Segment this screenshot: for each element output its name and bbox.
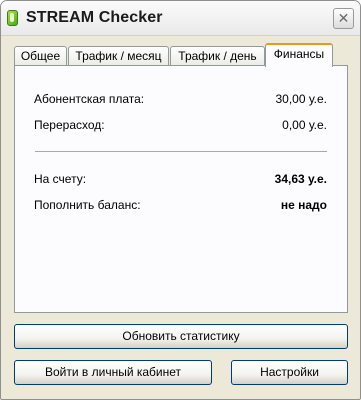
balance-label: На счету: [34,172,87,186]
app-icon [7,10,18,26]
personal-cabinet-button[interactable]: Войти в личный кабинет [14,360,212,385]
subscription-fee-label: Абонентская плата: [34,92,145,106]
app-window: STREAM Checker ✕ Общее Трафик / месяц Тр… [0,0,361,400]
balance-value: 34,63 у.е. [274,172,327,186]
overspend-value: 0,00 у.е. [282,118,327,132]
topup-label: Пополнить баланс: [34,198,141,212]
overspend-label: Перерасход: [34,118,105,132]
topup-value: не надо [280,198,327,212]
close-icon: ✕ [337,10,350,26]
tab-general[interactable]: Общее [14,46,67,66]
settings-button[interactable]: Настройки [231,360,348,385]
tab-traffic-day[interactable]: Трафик / день [170,46,265,66]
close-button[interactable]: ✕ [333,8,354,29]
finances-panel: Абонентская плата: 30,00 у.е. Перерасход… [14,65,348,313]
tab-finances[interactable]: Финансы [265,43,333,67]
refresh-stats-button[interactable]: Обновить статистику [14,324,348,349]
divider [35,151,327,152]
title-bar[interactable]: STREAM Checker ✕ [1,1,360,36]
window-title: STREAM Checker [26,9,163,26]
tab-traffic-month[interactable]: Трафик / месяц [68,46,169,66]
subscription-fee-value: 30,00 у.е. [275,92,327,106]
